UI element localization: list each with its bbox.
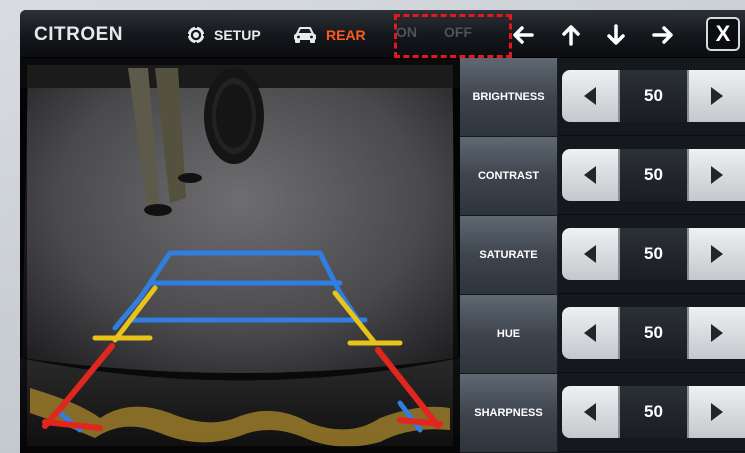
setting-label: CONTRAST	[460, 137, 558, 215]
arrow-down-icon[interactable]	[603, 22, 629, 48]
brand-logo: CITROEN	[34, 24, 123, 45]
setting-value: 50	[620, 70, 687, 122]
chevron-left-icon	[584, 87, 596, 105]
brightness-stepper: 50	[562, 70, 745, 122]
close-button[interactable]: X	[706, 17, 740, 51]
camera-image	[20, 58, 460, 453]
setting-value: 50	[620, 228, 687, 280]
decrease-button[interactable]	[562, 386, 620, 438]
setup-button[interactable]: SETUP	[186, 25, 261, 45]
setting-value: 50	[620, 149, 687, 201]
car-icon	[294, 27, 316, 43]
contrast-stepper: 50	[562, 149, 745, 201]
hue-stepper: 50	[562, 307, 745, 359]
arrow-left-icon[interactable]	[510, 22, 536, 48]
setting-label: BRIGHTNESS	[460, 58, 558, 136]
rear-label: REAR	[326, 27, 366, 43]
chevron-left-icon	[584, 403, 596, 421]
increase-button[interactable]	[687, 70, 745, 122]
setting-value: 50	[620, 307, 687, 359]
chevron-left-icon	[584, 245, 596, 263]
setting-label: HUE	[460, 295, 558, 373]
setting-value: 50	[620, 386, 687, 438]
setting-row-hue: HUE 50	[460, 295, 745, 373]
chevron-left-icon	[584, 324, 596, 342]
top-bar: CITROEN SETUP REAR ON OFF X	[20, 10, 745, 58]
chevron-right-icon	[711, 403, 723, 421]
image-settings-panel: BRIGHTNESS 50 CONTRAST 50 SATURATE 50 HU…	[460, 58, 745, 453]
setting-row-sharpness: SHARPNESS 50	[460, 374, 745, 452]
camera-settings-screen: CITROEN SETUP REAR ON OFF X BRIGHTNESS 5…	[20, 10, 745, 453]
chevron-left-icon	[584, 166, 596, 184]
decrease-button[interactable]	[562, 70, 620, 122]
decrease-button[interactable]	[562, 149, 620, 201]
setting-row-contrast: CONTRAST 50	[460, 137, 745, 215]
decrease-button[interactable]	[562, 228, 620, 280]
saturate-stepper: 50	[562, 228, 745, 280]
increase-button[interactable]	[687, 228, 745, 280]
increase-button[interactable]	[687, 307, 745, 359]
rear-camera-view	[20, 58, 460, 453]
chevron-right-icon	[711, 166, 723, 184]
setting-label: SHARPNESS	[460, 374, 558, 452]
arrow-up-icon[interactable]	[558, 22, 584, 48]
increase-button[interactable]	[687, 149, 745, 201]
setting-label: SATURATE	[460, 216, 558, 294]
decrease-button[interactable]	[562, 307, 620, 359]
chevron-right-icon	[711, 87, 723, 105]
on-off-highlight-box	[394, 14, 512, 58]
chevron-right-icon	[711, 245, 723, 263]
chevron-right-icon	[711, 324, 723, 342]
rear-button[interactable]: REAR	[292, 25, 366, 45]
gear-icon	[186, 25, 206, 45]
sharpness-stepper: 50	[562, 386, 745, 438]
arrow-right-icon[interactable]	[650, 22, 676, 48]
setting-row-brightness: BRIGHTNESS 50	[460, 58, 745, 136]
setup-label: SETUP	[214, 27, 261, 43]
setting-row-saturate: SATURATE 50	[460, 216, 745, 294]
increase-button[interactable]	[687, 386, 745, 438]
